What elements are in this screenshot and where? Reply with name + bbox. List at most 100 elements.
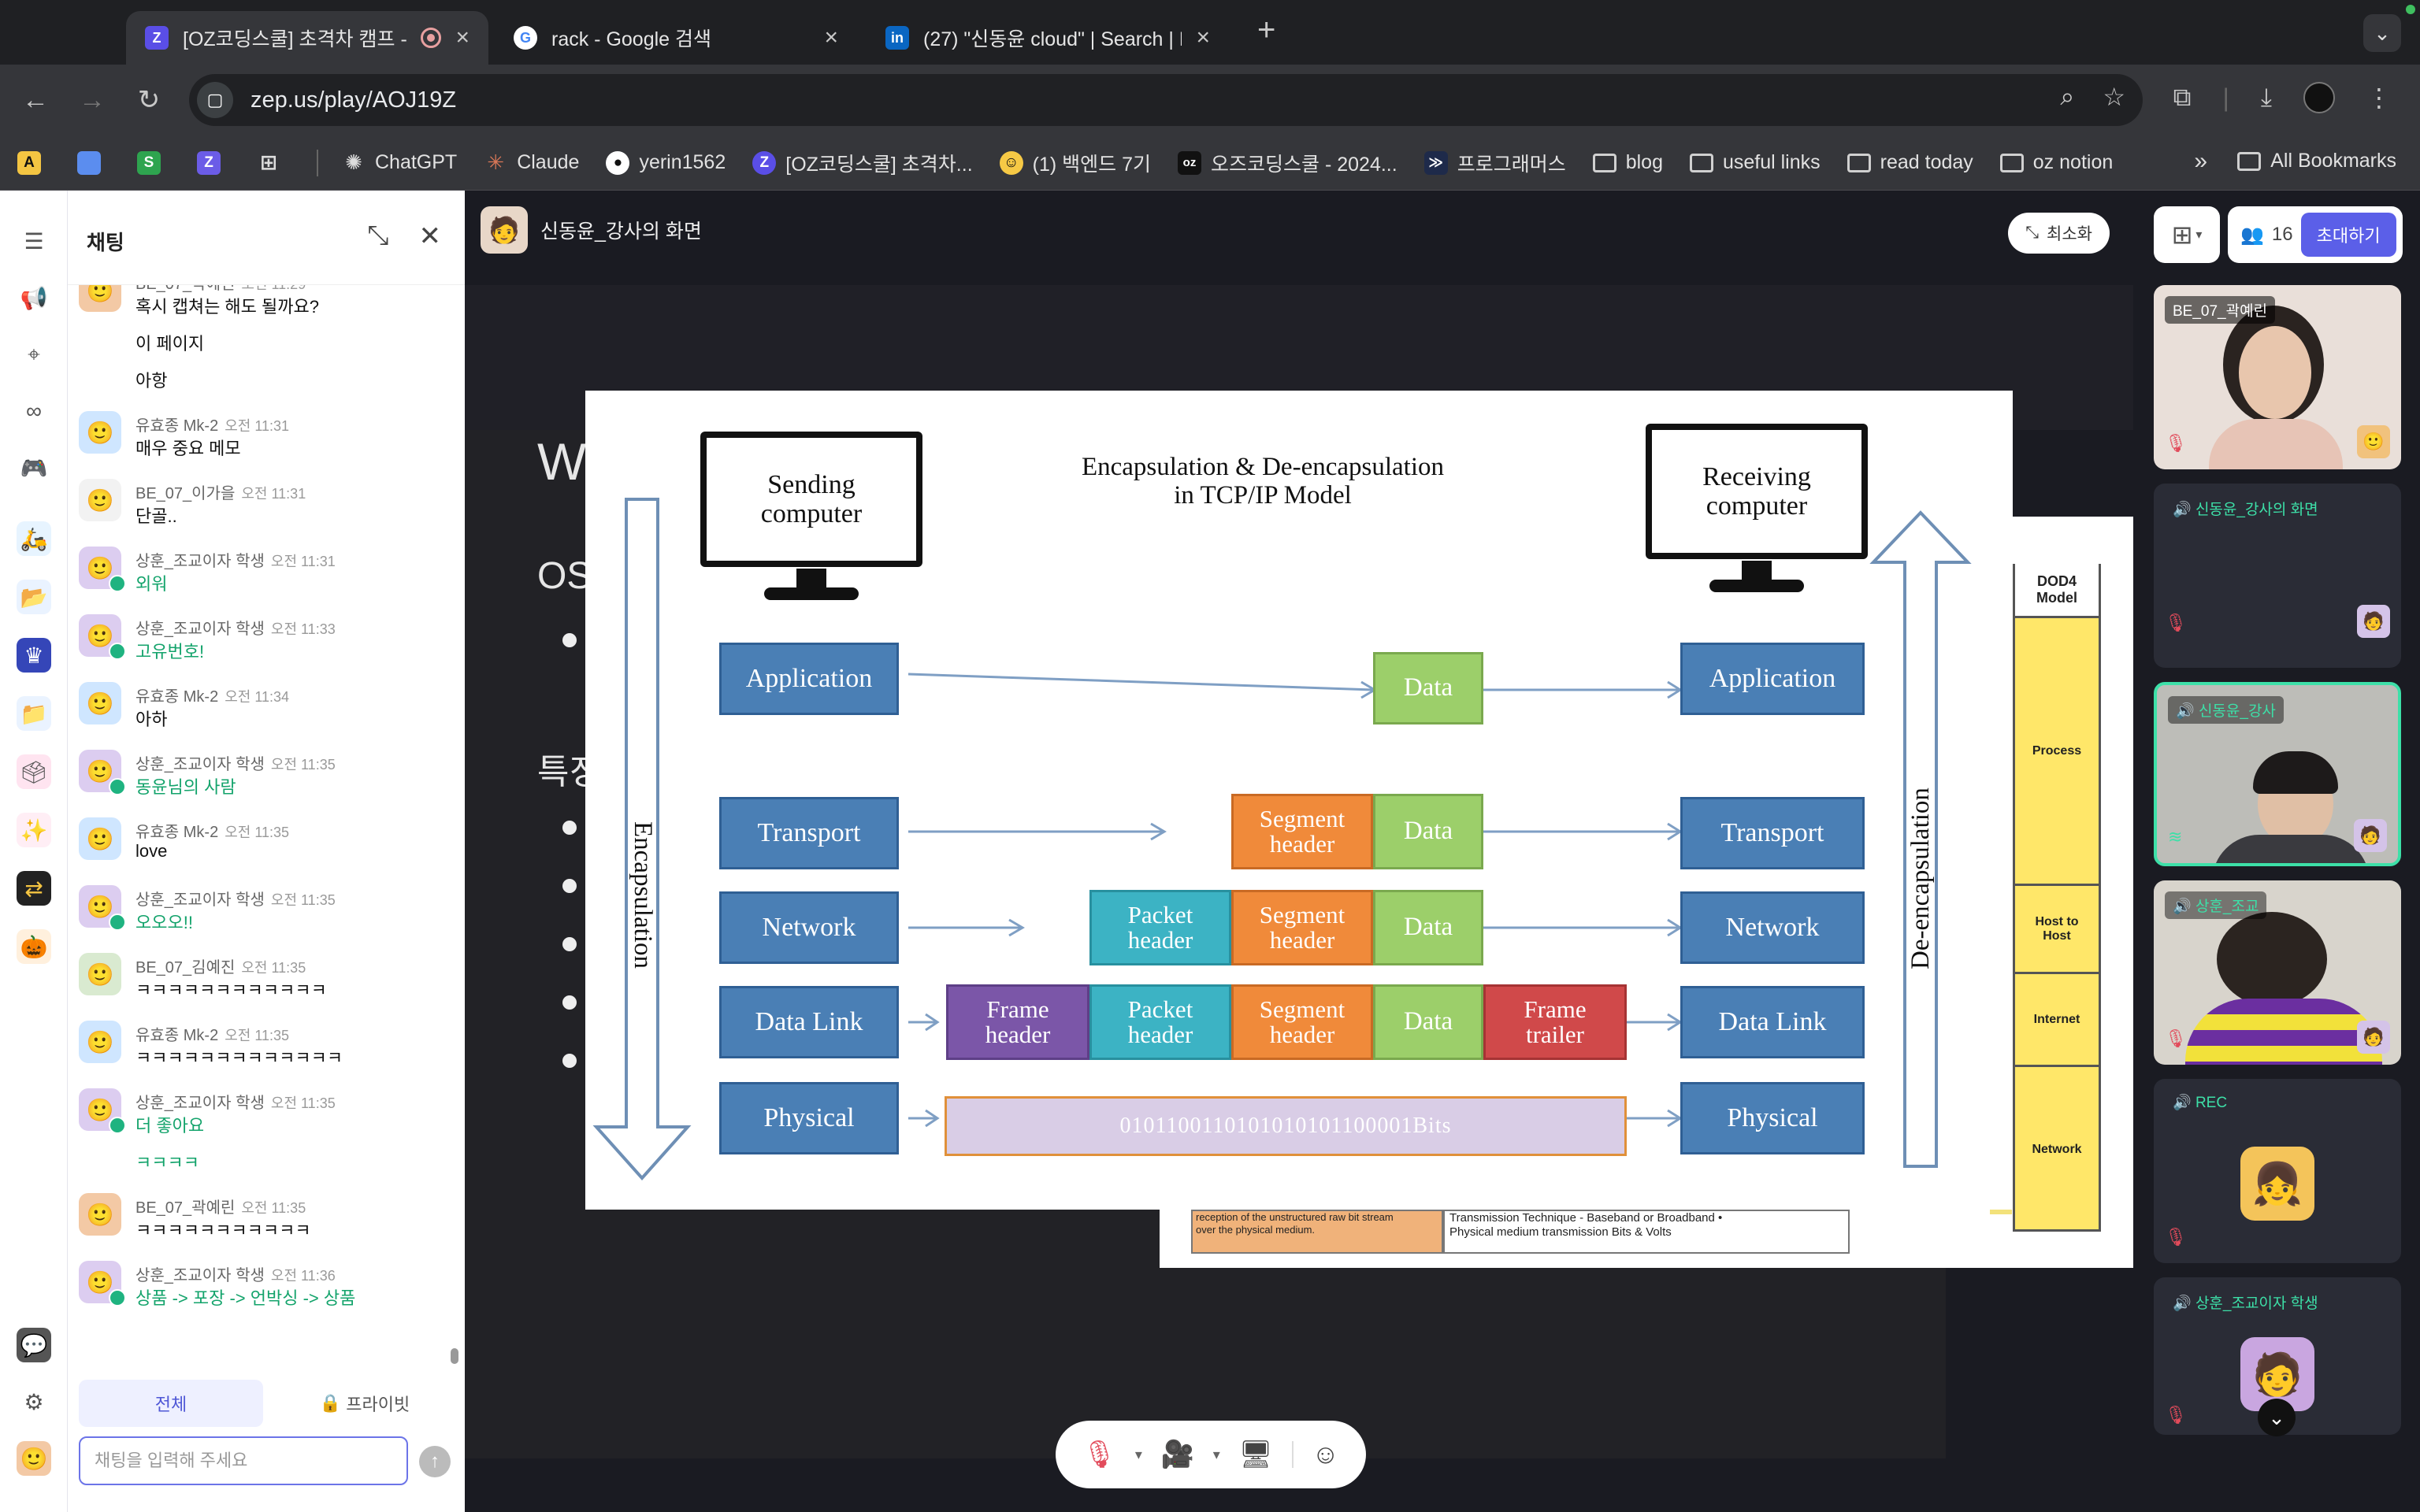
user-avatar-icon[interactable]: 🙂 <box>79 682 121 724</box>
profile-icon[interactable] <box>2303 82 2335 113</box>
zoom-icon[interactable]: ⌕ <box>2060 82 2074 112</box>
send-button[interactable]: ↑ <box>419 1446 451 1477</box>
bookmark-claude[interactable]: ✳ Claude <box>484 150 579 175</box>
close-tab-icon[interactable]: × <box>455 24 470 51</box>
mic-muted-icon[interactable]: 🎙 <box>1082 1439 1116 1470</box>
camera-options-icon[interactable]: ▾ <box>1213 1447 1220 1463</box>
chatgpt-icon: ✺ <box>345 150 362 174</box>
crown-icon[interactable]: ♛ <box>17 638 51 673</box>
app-scooter-icon[interactable]: 🛵 <box>17 521 51 556</box>
collapse-icon[interactable]: ⤡ <box>367 220 388 252</box>
hamburger-menu-icon[interactable]: ☰ <box>17 224 51 258</box>
mic-off-icon: 🎙 <box>2165 1227 2187 1247</box>
participants-button[interactable]: 👥 16 초대하기 <box>2228 206 2403 263</box>
tab-all[interactable]: 전체 <box>79 1380 263 1427</box>
app-folder-icon[interactable]: 📂 <box>17 580 51 614</box>
chat-header: 채팅 ⤡ ✕ <box>68 191 465 285</box>
menu-icon[interactable]: ⋮ <box>2366 83 2392 113</box>
bookmark-oz-notion[interactable]: oz notion <box>1999 151 2113 174</box>
bookmark-apps[interactable]: ⊞ <box>257 150 290 175</box>
bookmark-programmers[interactable]: ≫ 프로그래머스 <box>1423 149 1566 177</box>
minimize-button[interactable]: ⤡ 최소화 <box>2008 213 2110 254</box>
video-tile-5[interactable]: 🔊 REC 👧 🎙 <box>2154 1079 2401 1263</box>
tab-zep[interactable]: Z [OZ코딩스쿨] 초격차 캠프 - 백 × <box>126 11 488 65</box>
user-avatar-icon[interactable]: 🙂 <box>79 817 121 860</box>
bookmark-backend[interactable]: ☺ (1) 백엔드 7기 <box>999 149 1151 177</box>
address-bar[interactable]: ▢ zep.us/play/AOJ19Z ⌕ ☆ <box>189 74 2143 126</box>
new-tab-button[interactable]: + <box>1257 13 1275 48</box>
mic-options-icon[interactable]: ▾ <box>1135 1447 1142 1463</box>
site-info-icon[interactable]: ▢ <box>197 82 233 118</box>
close-tab-icon[interactable]: × <box>824 24 838 51</box>
chat-scrollbar[interactable] <box>451 1348 458 1364</box>
magic-wand-icon[interactable]: ✨ <box>17 813 51 847</box>
bookmark-s[interactable]: S <box>137 150 170 175</box>
app-data: Data <box>1373 652 1483 724</box>
settings-gear-icon[interactable]: ⚙ <box>17 1384 51 1419</box>
forward-button[interactable]: → <box>74 82 110 118</box>
pumpkin-icon[interactable]: 🎃 <box>17 929 51 964</box>
close-icon[interactable]: ✕ <box>419 220 442 252</box>
tab-search-button[interactable]: ⌄ <box>2363 14 2401 52</box>
bookmark-zep[interactable]: Z [OZ코딩스쿨] 초격차... <box>752 149 973 177</box>
participant-count: 16 <box>2271 224 2293 245</box>
bookmark-oz[interactable]: oz 오즈코딩스쿨 - 2024... <box>1178 149 1397 177</box>
swap-icon[interactable]: ⇄ <box>17 871 51 906</box>
chat-icon[interactable]: 💬 <box>17 1328 51 1362</box>
more-bookmarks-icon[interactable]: » <box>2194 148 2207 175</box>
tab-linkedin[interactable]: in (27) "신동윤 cloud" | Search | L × <box>867 11 1229 65</box>
megaphone-icon[interactable]: 📢 <box>17 280 51 315</box>
tab-title: [OZ코딩스쿨] 초격차 캠프 - 백 <box>183 28 410 50</box>
bookmark-z[interactable]: Z <box>197 150 230 175</box>
tile-name: 🔊 상훈_조교이자 학생 <box>2165 1288 2326 1316</box>
video-tile-1[interactable]: BE_07_곽예린 🎙 🙂 <box>2154 285 2401 469</box>
my-avatar-icon[interactable]: 🙂 <box>17 1441 51 1476</box>
bookmark-read-today[interactable]: read today <box>1847 151 1973 174</box>
location-pin-icon[interactable]: ⌖ <box>17 337 51 372</box>
user-avatar-icon[interactable]: 🙂 <box>79 953 121 995</box>
scroll-down-icon[interactable]: ⌄ <box>2258 1399 2296 1436</box>
chat-input[interactable] <box>79 1436 408 1485</box>
video-tile-4[interactable]: 🔊 상훈_조교 🎙 🧑 <box>2154 880 2401 1065</box>
a-icon: A <box>17 150 41 175</box>
bookmark-blue[interactable] <box>77 150 110 175</box>
bookmark-blog[interactable]: blog <box>1592 151 1663 174</box>
poll-icon[interactable]: 🗳 <box>17 754 51 789</box>
user-avatar-icon[interactable]: 🙂 <box>79 479 121 521</box>
user-avatar-icon[interactable]: 🙂 <box>79 1193 121 1236</box>
bookmark-chatgpt[interactable]: ✺ ChatGPT <box>342 150 457 175</box>
bookmark-useful-links[interactable]: useful links <box>1689 151 1821 174</box>
user-avatar-icon[interactable]: 🙂 <box>79 411 121 454</box>
bookmark-label: blog <box>1625 151 1663 173</box>
bookmark-a[interactable]: A <box>17 150 50 175</box>
tab-google[interactable]: G rack - Google 검색 × <box>495 11 857 65</box>
gamepad-icon[interactable]: 🎮 <box>17 450 51 485</box>
link-icon[interactable]: ∞ <box>17 394 51 428</box>
layout-grid-button[interactable]: ⊞ ▾ <box>2154 206 2220 263</box>
emoji-icon[interactable]: ☺ <box>1312 1440 1339 1470</box>
back-button[interactable]: ← <box>17 82 54 118</box>
chat-messages[interactable]: 🙂 BE_07_곽예린 오전 11:29 혹시 캡쳐는 해도 될까요? 이 페이지아항 🙂… <box>68 285 465 1380</box>
all-bookmarks-button[interactable]: All Bookmarks <box>2237 150 2396 172</box>
user-avatar-icon[interactable]: 🙂 <box>79 285 121 312</box>
app-all-icon[interactable]: 📁 <box>17 696 51 731</box>
tab-bar: Z [OZ코딩스쿨] 초격차 캠프 - 백 × G rack - Google … <box>0 0 2420 65</box>
frame-header: Frame header <box>946 984 1089 1060</box>
invite-button[interactable]: 초대하기 <box>2300 213 2396 257</box>
receiving-computer-icon: Receiving computer <box>1646 424 1868 559</box>
download-icon[interactable]: ⤓ <box>2261 83 2272 113</box>
screen-share-icon[interactable]: 🖥 <box>1239 1439 1273 1470</box>
camera-icon[interactable]: 🎥 <box>1161 1439 1194 1470</box>
send-layer-physical: Physical <box>719 1082 899 1154</box>
reload-button[interactable]: ↻ <box>131 82 167 118</box>
user-avatar-icon[interactable]: 🙂 <box>79 1021 121 1063</box>
close-tab-icon[interactable]: × <box>1196 24 1210 51</box>
video-tile-2[interactable]: 🔊 신동윤_강사의 화면 🎙 🧑 <box>2154 484 2401 668</box>
bookmark-github[interactable]: ● yerin1562 <box>606 150 726 175</box>
bookmark-star-icon[interactable]: ☆ <box>2103 82 2125 112</box>
message-text: 외워 <box>135 574 168 594</box>
video-tile-3[interactable]: 🔊 신동윤_강사 ≋ 🧑 <box>2154 682 2401 866</box>
tab-private[interactable]: 🔒 프라이빗 <box>273 1380 457 1427</box>
programmers-icon: ≫ <box>1423 150 1448 175</box>
extensions-icon[interactable]: ⧉ <box>2173 83 2192 113</box>
